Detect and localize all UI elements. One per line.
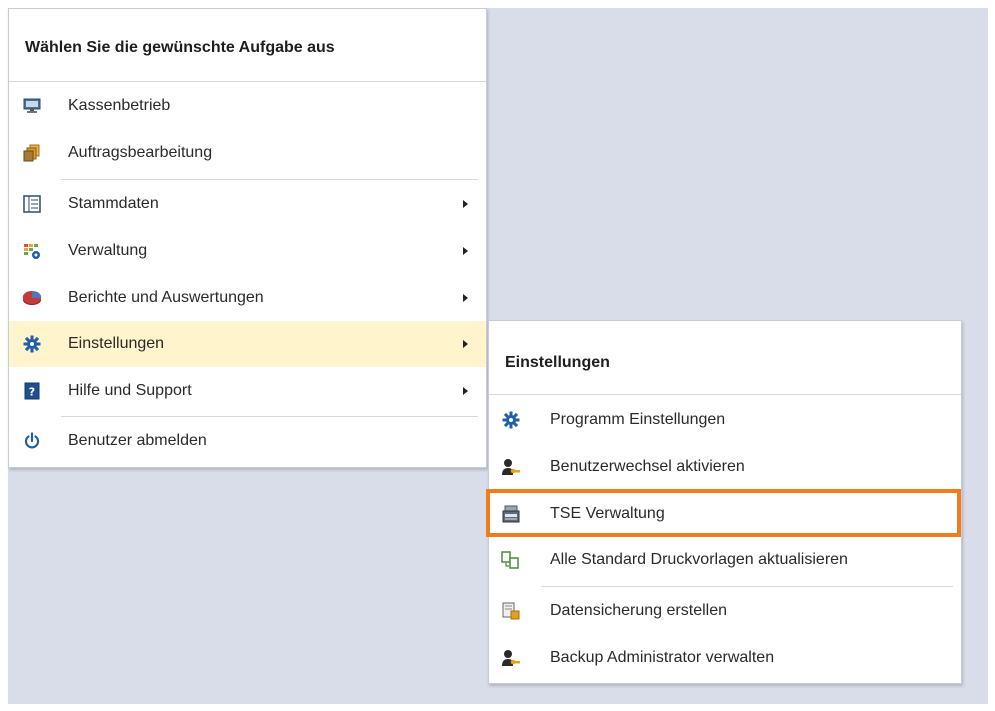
- header-divider: [489, 394, 961, 395]
- menu-item-label: Auftragsbearbeitung: [68, 144, 213, 161]
- menu-item-label: Benutzer abmelden: [68, 432, 207, 449]
- einstellungen-submenu: Einstellungen Programm Einstellungen Ben…: [486, 320, 962, 684]
- submenu-header: Einstellungen: [505, 354, 610, 371]
- user-key-icon: [501, 648, 521, 668]
- svg-text:?: ?: [29, 386, 35, 399]
- menu-item-berichte[interactable]: Berichte und Auswertungen: [9, 275, 486, 321]
- submenu-item-druckvorlagen[interactable]: Alle Standard Druckvorlagen aktualisiere…: [489, 537, 961, 583]
- submenu-item-label: Datensicherung erstellen: [550, 602, 727, 619]
- menu-item-label: Verwaltung: [68, 242, 148, 259]
- submenu-arrow-icon: [463, 294, 468, 302]
- grid-settings-icon: [22, 241, 42, 261]
- submenu-arrow-icon: [463, 247, 468, 255]
- menu-item-stammdaten[interactable]: Stammdaten: [9, 181, 486, 227]
- menu-item-abmelden[interactable]: Benutzer abmelden: [9, 418, 486, 464]
- submenu-item-label: Benutzerwechsel aktivieren: [550, 458, 745, 475]
- main-task-menu: Wählen Sie die gewünschte Aufgabe aus Ka…: [8, 8, 487, 468]
- menu-item-kassenbetrieb[interactable]: Kassenbetrieb: [9, 83, 486, 129]
- help-book-icon: ?: [22, 381, 42, 401]
- submenu-arrow-icon: [463, 340, 468, 348]
- submenu-item-label: Backup Administrator verwalten: [550, 649, 775, 666]
- gear-icon: [501, 410, 521, 430]
- menu-item-label: Einstellungen: [68, 335, 165, 352]
- submenu-item-datensicherung[interactable]: Datensicherung erstellen: [489, 588, 961, 634]
- submenu-item-backup-administrator[interactable]: Backup Administrator verwalten: [489, 635, 961, 681]
- menu-item-label: Hilfe und Support: [68, 382, 192, 399]
- menu-divider: [61, 179, 478, 180]
- tse-device-icon: [501, 504, 521, 524]
- submenu-arrow-icon: [463, 387, 468, 395]
- menu-item-label: Kassenbetrieb: [68, 97, 171, 114]
- header-divider: [9, 81, 486, 82]
- submenu-arrow-icon: [463, 200, 468, 208]
- menu-item-hilfe[interactable]: ? Hilfe und Support: [9, 368, 486, 414]
- table-icon: [22, 194, 42, 214]
- user-key-icon: [501, 457, 521, 477]
- menu-item-verwaltung[interactable]: Verwaltung: [9, 228, 486, 274]
- menu-divider: [541, 586, 953, 587]
- copy-templates-icon: [501, 550, 521, 570]
- submenu-item-benutzerwechsel[interactable]: Benutzerwechsel aktivieren: [489, 444, 961, 490]
- backup-document-icon: [501, 601, 521, 621]
- documents-stack-icon: [22, 143, 42, 163]
- pie-chart-icon: [22, 288, 42, 308]
- gear-icon: [22, 334, 42, 354]
- submenu-item-label: Programm Einstellungen: [550, 411, 726, 428]
- monitor-icon: [22, 96, 42, 116]
- submenu-item-tse-verwaltung[interactable]: TSE Verwaltung: [489, 491, 961, 537]
- menu-item-einstellungen[interactable]: Einstellungen: [9, 321, 486, 367]
- submenu-item-programm-einstellungen[interactable]: Programm Einstellungen: [489, 397, 961, 443]
- menu-item-label: Berichte und Auswertungen: [68, 289, 264, 306]
- menu-header: Wählen Sie die gewünschte Aufgabe aus: [25, 39, 335, 56]
- menu-item-auftragsbearbeitung[interactable]: Auftragsbearbeitung: [9, 130, 486, 176]
- power-icon: [22, 431, 42, 451]
- menu-divider: [61, 416, 478, 417]
- submenu-item-label: TSE Verwaltung: [550, 505, 665, 522]
- submenu-item-label: Alle Standard Druckvorlagen aktualisiere…: [550, 551, 848, 568]
- menu-item-label: Stammdaten: [68, 195, 159, 212]
